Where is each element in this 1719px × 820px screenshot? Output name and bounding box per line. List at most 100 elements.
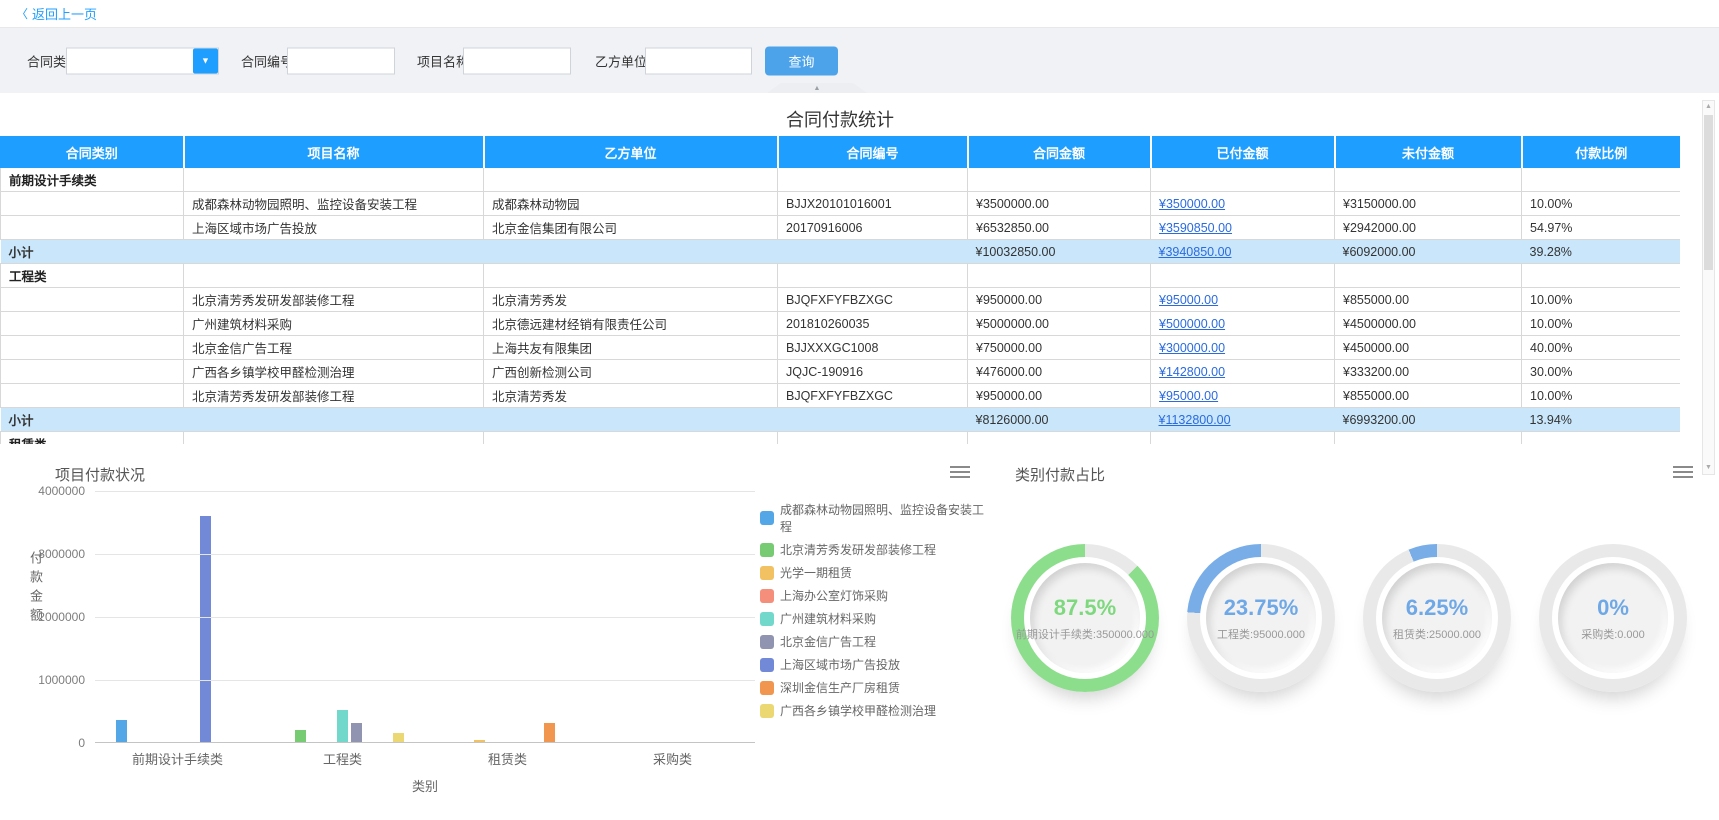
paid-amount-link[interactable]: ¥500000.00 <box>1159 317 1225 331</box>
back-link[interactable]: 〈 返回上一页 <box>16 4 97 23</box>
paid-amount-link[interactable]: ¥142800.00 <box>1159 365 1225 379</box>
gauge-percent: 0% <box>1597 595 1629 621</box>
project-name-label: 项目名称 <box>417 51 469 70</box>
contract-table-container: 合同类别项目名称乙方单位合同编号合同金额已付金额未付金额付款比例 前期设计手续类… <box>0 136 1680 444</box>
contract-no-label: 合同编号 <box>241 51 293 70</box>
chevron-down-icon[interactable]: ▼ <box>193 48 218 73</box>
legend-item[interactable]: 北京清芳秀发研发部装修工程 <box>760 541 990 558</box>
top-bar: 〈 返回上一页 <box>0 0 1719 28</box>
charts-section: 项目付款状况 付款金额 4000000300000020000001000000… <box>0 456 1719 806</box>
column-header: 未付金额 <box>1335 137 1522 168</box>
legend-item[interactable]: 北京金信广告工程 <box>760 633 990 650</box>
paid-amount-link[interactable]: ¥3940850.00 <box>1159 245 1232 259</box>
column-header: 项目名称 <box>184 137 484 168</box>
table-row: 广州建筑材料采购北京德远建材经销有限责任公司201810260035¥50000… <box>1 312 1681 336</box>
filter-bar: 合同类别 ▼ 合同编号 项目名称 乙方单位 查询 ▲ <box>0 28 1719 93</box>
category-group-row: 工程类 <box>1 264 1681 288</box>
bar-广西各乡镇学校甲醛检测治理[interactable] <box>393 733 404 742</box>
donut-gauge[interactable]: 23.75% 工程类:95000.000 <box>1187 544 1335 692</box>
paid-amount-link[interactable]: ¥95000.00 <box>1159 293 1218 307</box>
paid-amount-link[interactable]: ¥3590850.00 <box>1159 221 1232 235</box>
back-chevron-icon: 〈 <box>16 5 28 22</box>
party-b-input[interactable] <box>645 47 752 74</box>
bar-北京金信广告工程[interactable] <box>351 723 362 742</box>
column-header: 已付金额 <box>1151 137 1335 168</box>
legend-swatch <box>760 635 774 649</box>
bar-广州建筑材料采购[interactable] <box>337 710 348 742</box>
scrollbar-thumb[interactable] <box>1704 115 1713 270</box>
legend-swatch <box>760 511 774 525</box>
paid-amount-link[interactable]: ¥300000.00 <box>1159 341 1225 355</box>
gauge-label: 前期设计手续类:350000.000 <box>1016 626 1154 642</box>
donut-gauge[interactable]: 6.25% 租赁类:25000.000 <box>1363 544 1511 692</box>
x-category-label: 租赁类 <box>425 749 590 768</box>
legend-swatch <box>760 566 774 580</box>
scroll-up-icon[interactable]: ▲ <box>1703 101 1714 113</box>
table-row: 北京清芳秀发研发部装修工程北京清芳秀发BJQFXFYFBZXGC¥950000.… <box>1 288 1681 312</box>
collapse-arrow-icon: ▲ <box>814 85 821 92</box>
search-button[interactable]: 查询 <box>765 46 838 75</box>
table-row: 成都森林动物园照明、监控设备安装工程成都森林动物园BJJX20101016001… <box>1 192 1681 216</box>
legend-swatch <box>760 543 774 557</box>
legend-item[interactable]: 上海区域市场广告投放 <box>760 656 990 673</box>
y-tick-label: 1000000 <box>0 673 85 687</box>
gridline <box>95 680 755 681</box>
category-group-row: 前期设计手续类 <box>1 168 1681 192</box>
paid-amount-link[interactable]: ¥1132800.00 <box>1159 413 1231 427</box>
table-scrollbar[interactable]: ▲ ▼ <box>1702 100 1715 475</box>
x-category-label: 前期设计手续类 <box>95 749 260 768</box>
gauge-label: 工程类:95000.000 <box>1217 626 1305 642</box>
y-tick-label: 2000000 <box>0 610 85 624</box>
payment-bar-chart-panel: 项目付款状况 付款金额 4000000300000020000001000000… <box>0 456 990 806</box>
bar-深圳金信生产厂房租赁[interactable] <box>544 723 555 742</box>
gridline <box>95 617 755 618</box>
collapse-filter-handle[interactable]: ▲ <box>767 83 867 93</box>
bar-成都森林动物园照明、监控设备安装工程[interactable] <box>116 720 127 742</box>
donut-gauges: 87.5% 前期设计手续类:350000.000 23.75% 工程类:9500… <box>1011 544 1687 692</box>
legend-swatch <box>760 681 774 695</box>
legend-item[interactable]: 深圳金信生产厂房租赁 <box>760 679 990 696</box>
page-title: 合同付款统计 <box>0 106 1680 132</box>
table-row: 北京金信广告工程上海共友有限集团BJJXXXGC1008¥750000.00¥3… <box>1 336 1681 360</box>
project-name-input[interactable] <box>463 47 571 74</box>
legend-item[interactable]: 上海办公室灯饰采购 <box>760 587 990 604</box>
x-category-label: 工程类 <box>260 749 425 768</box>
legend-item[interactable]: 广西各乡镇学校甲醛检测治理 <box>760 702 990 719</box>
bar-chart-title: 项目付款状况 <box>55 464 145 485</box>
paid-amount-link[interactable]: ¥350000.00 <box>1159 197 1225 211</box>
legend-swatch <box>760 589 774 603</box>
subtotal-row: 小计¥10032850.00¥3940850.00¥6092000.0039.2… <box>1 240 1681 264</box>
legend-swatch <box>760 658 774 672</box>
bar-上海区域市场广告投放[interactable] <box>200 516 211 742</box>
paid-amount-link[interactable]: ¥95000.00 <box>1159 389 1218 403</box>
bar-chart-plot-area <box>95 491 755 743</box>
x-category-label: 采购类 <box>590 749 755 768</box>
category-select[interactable]: ▼ <box>66 47 219 74</box>
y-tick-label: 4000000 <box>0 484 85 498</box>
legend-item[interactable]: 成都森林动物园照明、监控设备安装工程 <box>760 501 990 535</box>
gauge-label: 租赁类:25000.000 <box>1393 626 1481 642</box>
donut-gauge[interactable]: 0% 采购类:0.000 <box>1539 544 1687 692</box>
column-header: 乙方单位 <box>484 137 778 168</box>
table-header-row: 合同类别项目名称乙方单位合同编号合同金额已付金额未付金额付款比例 <box>1 137 1681 168</box>
gridline <box>95 554 755 555</box>
contract-no-input[interactable] <box>287 47 395 74</box>
gauge-label: 采购类:0.000 <box>1581 626 1645 642</box>
legend-item[interactable]: 光学一期租赁 <box>760 564 990 581</box>
legend-swatch <box>760 612 774 626</box>
y-tick-label: 3000000 <box>0 547 85 561</box>
table-row: 北京清芳秀发研发部装修工程北京清芳秀发BJQFXFYFBZXGC¥950000.… <box>1 384 1681 408</box>
column-header: 付款比例 <box>1522 137 1681 168</box>
donut-chart-title: 类别付款占比 <box>1015 464 1105 485</box>
donut-chart-menu-icon[interactable] <box>1673 466 1693 481</box>
legend-item[interactable]: 广州建筑材料采购 <box>760 610 990 627</box>
bar-光学一期租赁[interactable] <box>474 740 485 742</box>
bar-chart-menu-icon[interactable] <box>950 466 970 481</box>
column-header: 合同类别 <box>1 137 184 168</box>
back-label: 返回上一页 <box>32 4 97 23</box>
bar-北京清芳秀发研发部装修工程[interactable] <box>295 730 306 742</box>
party-b-label: 乙方单位 <box>595 51 647 70</box>
donut-gauge[interactable]: 87.5% 前期设计手续类:350000.000 <box>1011 544 1159 692</box>
category-group-row: 租赁类 <box>1 432 1681 445</box>
legend-swatch <box>760 704 774 718</box>
